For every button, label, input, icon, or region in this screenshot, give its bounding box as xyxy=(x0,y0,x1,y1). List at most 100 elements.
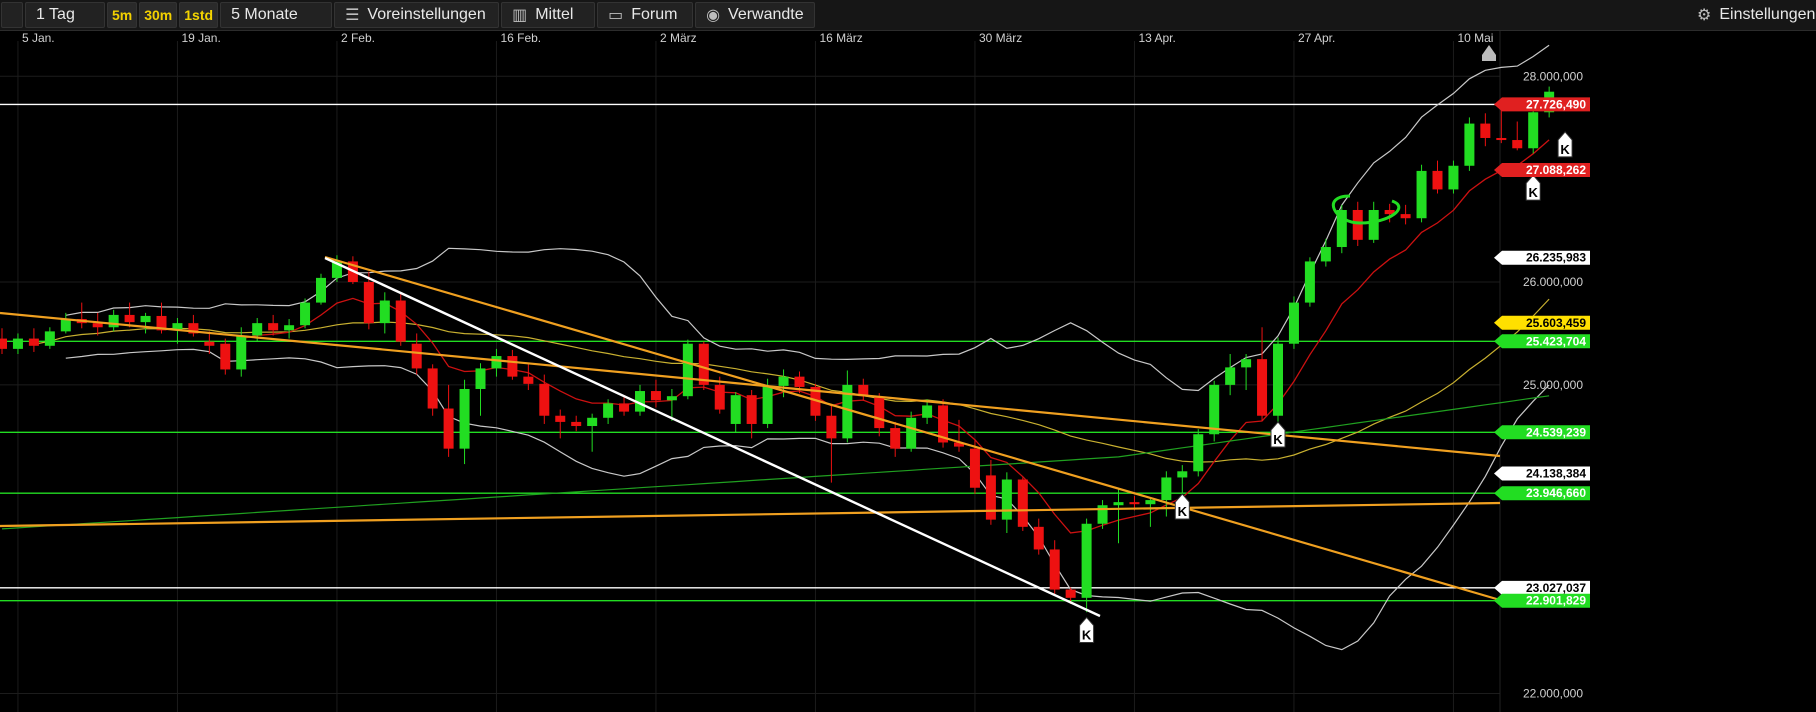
candle-body xyxy=(539,383,550,416)
candle-body xyxy=(730,395,741,424)
candle-body xyxy=(1352,209,1363,240)
candle-body xyxy=(523,376,534,384)
candle-body xyxy=(1320,247,1331,262)
marker-label: K xyxy=(1560,142,1570,157)
candle-body xyxy=(1001,479,1012,520)
candle-body xyxy=(1017,479,1028,527)
candle-body xyxy=(1161,477,1172,501)
candle-body xyxy=(1241,359,1252,368)
candle-body xyxy=(220,343,231,370)
y-tick-label: 25.000,000 xyxy=(1523,378,1583,392)
candle-body xyxy=(443,408,454,449)
candle-body xyxy=(555,415,566,422)
candle-body xyxy=(1528,112,1539,149)
candle-body xyxy=(1464,123,1475,166)
candle-body xyxy=(507,356,518,377)
speech-bubble-icon: ▭ xyxy=(608,7,624,24)
candle-body xyxy=(1304,261,1315,303)
price-tag-label: 25.423,704 xyxy=(1526,334,1586,348)
candle-body xyxy=(475,368,486,389)
candle-body xyxy=(1448,165,1459,190)
candle-body xyxy=(363,282,374,324)
candle-body xyxy=(0,338,7,349)
candle-body xyxy=(1033,526,1044,550)
presets-button[interactable]: ☰ Voreinstellungen xyxy=(334,2,500,28)
candle-body xyxy=(1193,434,1204,472)
candle-body xyxy=(890,428,901,449)
toolbar: 1 Tag 5m 30m 1std 5 Monate ☰ Voreinstell… xyxy=(0,0,1816,31)
candle-body xyxy=(1416,170,1427,219)
candle-body xyxy=(619,403,630,412)
candle-body xyxy=(1368,209,1379,240)
candle-body xyxy=(1049,549,1060,590)
price-tag-label: 22.901,829 xyxy=(1526,594,1586,608)
candle-body xyxy=(268,323,279,331)
candle-body xyxy=(124,314,135,323)
candle-body xyxy=(571,421,582,427)
resolution-1std-button[interactable]: 1std xyxy=(179,2,219,28)
range-select[interactable]: 5 Monate xyxy=(220,2,333,28)
candle-body xyxy=(922,405,933,418)
candle-body xyxy=(300,302,311,326)
x-tick-label: 16 Feb. xyxy=(500,31,541,45)
candle-body xyxy=(60,319,71,332)
indicator-button[interactable]: ▥ Mittel xyxy=(501,2,596,28)
price-tag-label: 27.088,262 xyxy=(1526,163,1586,177)
candle-body xyxy=(874,397,885,429)
forum-button[interactable]: ▭ Forum xyxy=(597,2,694,28)
candle-body xyxy=(826,415,837,439)
candle-body xyxy=(44,331,55,346)
candle-body xyxy=(12,338,23,349)
candle-body xyxy=(1225,367,1236,385)
sliders-icon: ☰ xyxy=(345,7,360,24)
candle-body xyxy=(236,335,247,370)
eye-icon: ◉ xyxy=(706,7,721,24)
candle-body xyxy=(1209,384,1220,435)
candle-body xyxy=(1496,137,1507,141)
candle-body xyxy=(1432,170,1443,190)
candle-body xyxy=(1273,343,1283,416)
price-tag-label: 24.539,239 xyxy=(1526,425,1586,439)
resolution-30m-button[interactable]: 30m xyxy=(139,2,178,28)
x-tick-label: 2 März xyxy=(660,31,697,45)
candle-body xyxy=(284,325,295,331)
timeframe-select[interactable]: 1 Tag xyxy=(25,2,105,28)
x-tick-label: 5 Jan. xyxy=(22,31,55,45)
marker-label: K xyxy=(1529,185,1539,200)
candle-body xyxy=(969,448,980,488)
related-button[interactable]: ◉ Verwandte xyxy=(695,2,816,28)
candle-body xyxy=(1480,123,1491,138)
candle-body xyxy=(379,300,390,324)
price-tag-label: 25.603,459 xyxy=(1526,316,1586,330)
menu-toggle-button[interactable] xyxy=(1,2,23,28)
candle-body xyxy=(587,417,598,427)
candle-body xyxy=(985,475,996,520)
range-label: 5 Monate xyxy=(231,6,298,23)
candle-body xyxy=(1129,502,1140,505)
candle-body xyxy=(92,323,103,328)
candle-body xyxy=(427,368,438,409)
candle-body xyxy=(108,314,119,328)
chart-background xyxy=(0,31,1816,712)
candle-body xyxy=(1065,589,1076,598)
timeframe-label: 1 Tag xyxy=(36,6,75,23)
candle-body xyxy=(491,356,502,369)
candle-body xyxy=(28,338,39,346)
marker-label: K xyxy=(1082,627,1092,642)
x-tick-label: 27 Apr. xyxy=(1298,31,1335,45)
candle-body xyxy=(650,391,661,401)
candle-body xyxy=(1081,523,1092,598)
resolution-5m-button[interactable]: 5m xyxy=(107,2,138,28)
candle-body xyxy=(1177,471,1188,478)
candle-body xyxy=(794,376,805,387)
candle-body xyxy=(778,376,789,386)
gear-icon: ⚙ xyxy=(1697,7,1712,24)
candle-body xyxy=(603,403,614,418)
price-tag-label: 27.726,490 xyxy=(1526,97,1586,111)
settings-button[interactable]: ⚙ Einstellungen xyxy=(1687,2,1815,28)
candlestick-chart[interactable]: K K K K K 5 Jan. 19 Jan. 2 Feb. 16 Feb. 2 März 16… xyxy=(0,31,1816,712)
price-tag-label: 26.235,983 xyxy=(1526,251,1586,265)
price-tag-label: 23.946,660 xyxy=(1526,486,1586,500)
x-tick-label: 10 Mai xyxy=(1457,31,1493,45)
candle-body xyxy=(1288,302,1299,344)
